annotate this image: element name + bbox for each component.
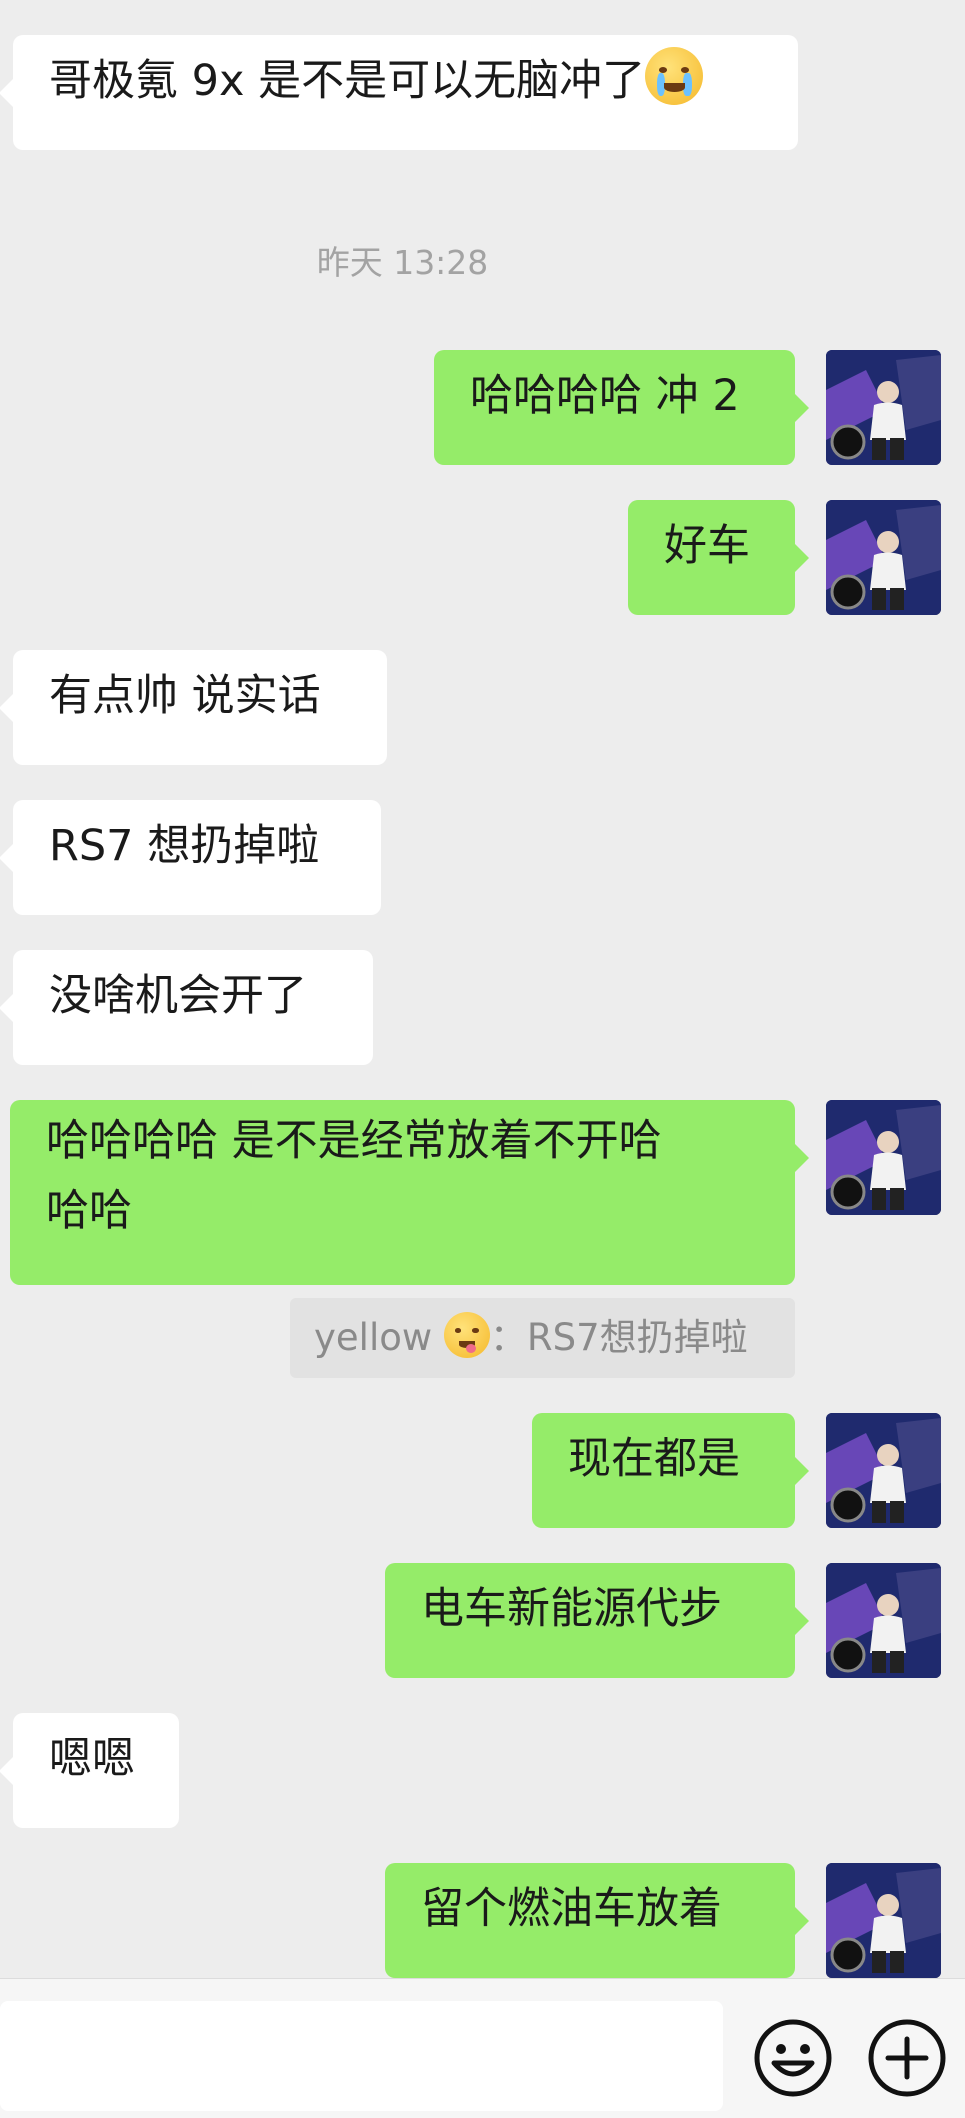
avatar[interactable] <box>826 1863 941 1978</box>
message-sent[interactable]: 电车新能源代步 <box>385 1563 809 1678</box>
quote-text: RS7想扔掉啦 <box>526 1316 748 1359</box>
quoted-reply[interactable]: yellow ：RS7想扔掉啦 <box>290 1298 795 1378</box>
message-text: 好车 <box>664 521 750 571</box>
message-received[interactable]: 嗯嗯 <box>0 1713 179 1828</box>
message-received[interactable]: 有点帅 说实话 <box>0 650 387 765</box>
message-received[interactable]: RS7 想扔掉啦 <box>0 800 381 915</box>
message-sent[interactable]: 现在都是 <box>532 1413 809 1528</box>
message-text-line: 哈哈哈哈 是不是经常放着不开哈 <box>46 1116 662 1166</box>
yum-face-icon <box>443 1312 490 1358</box>
message-timestamp: 昨天 13:28 <box>316 243 489 282</box>
chat-input-bar <box>0 1978 965 2118</box>
emoji-button[interactable] <box>752 2017 834 2099</box>
message-input[interactable] <box>0 2001 723 2111</box>
plus-circle-icon <box>868 2019 946 2097</box>
message-text: 留个燃油车放着 <box>421 1884 722 1934</box>
message-sent[interactable]: 哈哈哈哈 冲 2 <box>434 350 809 465</box>
message-sent[interactable]: 好车 <box>628 500 809 615</box>
chat-message-list[interactable]: 哥极氪 9x 是不是可以无脑冲了 昨天 13:28 哈哈哈哈 冲 2 好车 有点… <box>0 0 965 1978</box>
message-text: 哈哈哈哈 冲 2 <box>470 371 740 421</box>
avatar[interactable] <box>826 500 941 615</box>
quote-separator: ： <box>489 1316 527 1359</box>
message-received[interactable]: 哥极氪 9x 是不是可以无脑冲了 <box>0 35 798 150</box>
message-text: RS7 想扔掉啦 <box>49 821 320 871</box>
avatar[interactable] <box>826 1413 941 1528</box>
avatar[interactable] <box>826 1563 941 1678</box>
message-sent[interactable]: 哈哈哈哈 是不是经常放着不开哈 哈哈 <box>10 1100 809 1285</box>
quote-sender: yellow <box>314 1316 433 1359</box>
message-text: 现在都是 <box>568 1434 740 1484</box>
message-text: 有点帅 说实话 <box>49 671 321 721</box>
more-button[interactable] <box>866 2017 948 2099</box>
message-text-line: 哈哈 <box>46 1186 132 1236</box>
message-received[interactable]: 没啥机会开了 <box>0 950 373 1065</box>
smiley-face-icon <box>754 2019 832 2097</box>
message-text: 电车新能源代步 <box>421 1584 722 1634</box>
message-text: 哥极氪 9x 是不是可以无脑冲了 <box>49 56 646 106</box>
message-sent[interactable]: 留个燃油车放着 <box>385 1863 809 1978</box>
message-text: 嗯嗯 <box>49 1734 135 1784</box>
avatar[interactable] <box>826 350 941 465</box>
crying-face-icon <box>645 47 704 105</box>
message-text: 没啥机会开了 <box>49 971 307 1021</box>
avatar[interactable] <box>826 1100 941 1215</box>
